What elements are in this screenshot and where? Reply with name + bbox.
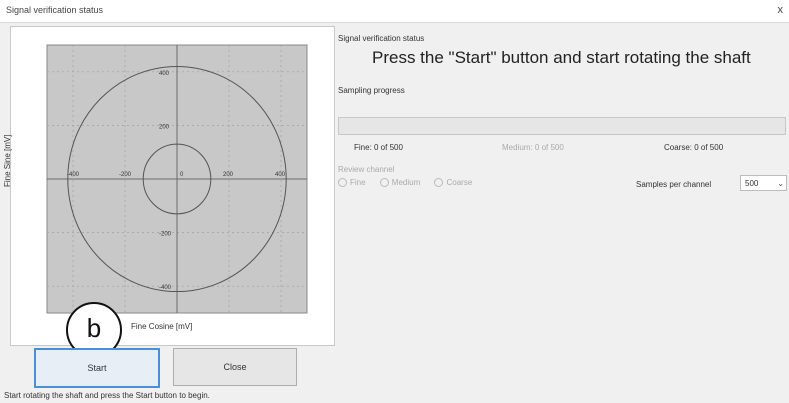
sampling-progress-bar xyxy=(338,117,786,135)
review-channel-label: Review channel xyxy=(338,165,395,174)
coarse-count: Coarse: 0 of 500 xyxy=(664,143,724,152)
signal-plot: -400 -200 0 200 400400200-200-400 xyxy=(46,44,308,314)
radio-icon xyxy=(379,178,389,188)
x-axis-label: Fine Cosine [mV] xyxy=(131,322,193,331)
y-axis-label: Fine Sine [mV] xyxy=(3,134,12,187)
samples-per-channel-select[interactable]: 500 ⌄ xyxy=(740,175,787,191)
y-tick-label: 200 xyxy=(159,124,170,130)
status-bar: Start rotating the shaft and press the S… xyxy=(4,391,210,400)
window-close-icon[interactable]: x xyxy=(778,4,784,16)
radio-icon xyxy=(434,178,444,188)
review-option-fine[interactable]: Fine xyxy=(338,178,366,188)
medium-count: Medium: 0 of 500 xyxy=(502,143,564,152)
close-button[interactable]: Close xyxy=(173,348,297,386)
radio-icon xyxy=(338,178,347,188)
title-bar: Signal verification status x xyxy=(0,0,789,23)
x-tick-label: 400 xyxy=(275,172,286,178)
review-option-medium[interactable]: Medium xyxy=(379,178,421,188)
chevron-down-icon: ⌄ xyxy=(777,179,784,188)
x-tick-label: -200 xyxy=(119,172,132,178)
sampling-progress-label: Sampling progress xyxy=(338,86,405,95)
y-tick-label: -400 xyxy=(159,285,172,291)
status-label: Signal verification status xyxy=(338,34,425,43)
review-option-coarse[interactable]: Coarse xyxy=(434,178,473,188)
samples-per-channel-label: Samples per channel xyxy=(636,180,712,189)
start-button[interactable]: Start xyxy=(34,348,160,388)
y-tick-label: -200 xyxy=(159,232,172,238)
x-tick-label: -400 xyxy=(67,172,80,178)
x-tick-label: 200 xyxy=(223,172,234,178)
dialog-window: Signal verification status x -400 -200 0 20… xyxy=(0,0,789,403)
window-title: Signal verification status xyxy=(6,5,104,15)
instruction-text: Press the "Start" button and start rotat… xyxy=(372,48,751,67)
review-option-label: Fine xyxy=(350,178,366,187)
review-channel-group: Fine Medium Coarse xyxy=(338,178,484,188)
fine-count: Fine: 0 of 500 xyxy=(354,143,403,152)
review-option-label: Medium xyxy=(391,178,421,187)
y-tick-label: 400 xyxy=(159,71,170,77)
review-option-label: Coarse xyxy=(446,178,473,187)
signal-plot-panel: -400 -200 0 200 400 400 200 -200 -400 Fine Sine … xyxy=(3,26,335,346)
samples-per-channel-value: 500 xyxy=(745,179,759,188)
